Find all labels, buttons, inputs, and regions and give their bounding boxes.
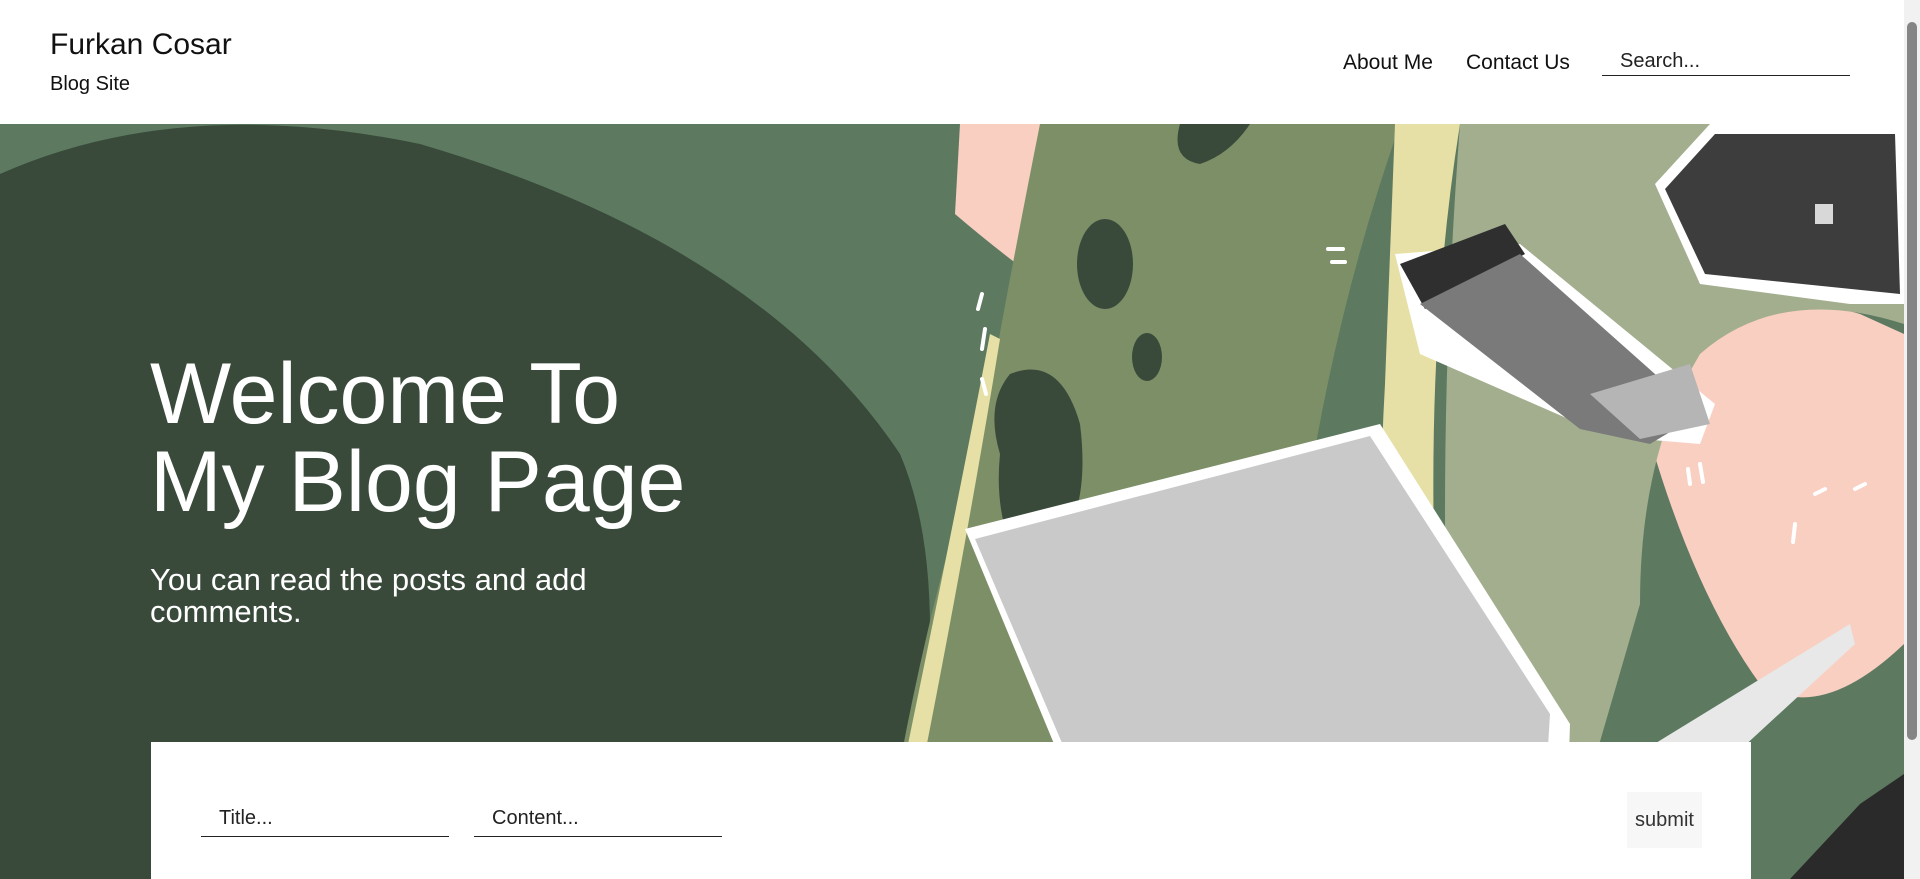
nav-about-me[interactable]: About Me bbox=[1343, 51, 1433, 75]
hero-subtitle: You can read the posts and add comments. bbox=[150, 562, 587, 629]
submit-button[interactable]: submit bbox=[1627, 792, 1702, 848]
scrollbar-thumb[interactable] bbox=[1907, 22, 1917, 740]
site-header: Furkan Cosar Blog Site About Me Contact … bbox=[0, 0, 1904, 124]
post-title-input[interactable] bbox=[201, 801, 449, 837]
post-content-input[interactable] bbox=[474, 801, 722, 837]
nav-contact-us[interactable]: Contact Us bbox=[1466, 51, 1570, 75]
site-title[interactable]: Furkan Cosar bbox=[50, 28, 232, 62]
hero-title-line-2: My Blog Page bbox=[150, 434, 686, 530]
site-subtitle: Blog Site bbox=[50, 73, 131, 95]
new-post-form: submit bbox=[151, 742, 1751, 879]
hero-title: Welcome To My Blog Page bbox=[150, 350, 750, 526]
page-scrollbar[interactable] bbox=[1904, 0, 1920, 879]
hero-title-line-1: Welcome To bbox=[150, 346, 621, 442]
search-input[interactable] bbox=[1602, 48, 1850, 76]
